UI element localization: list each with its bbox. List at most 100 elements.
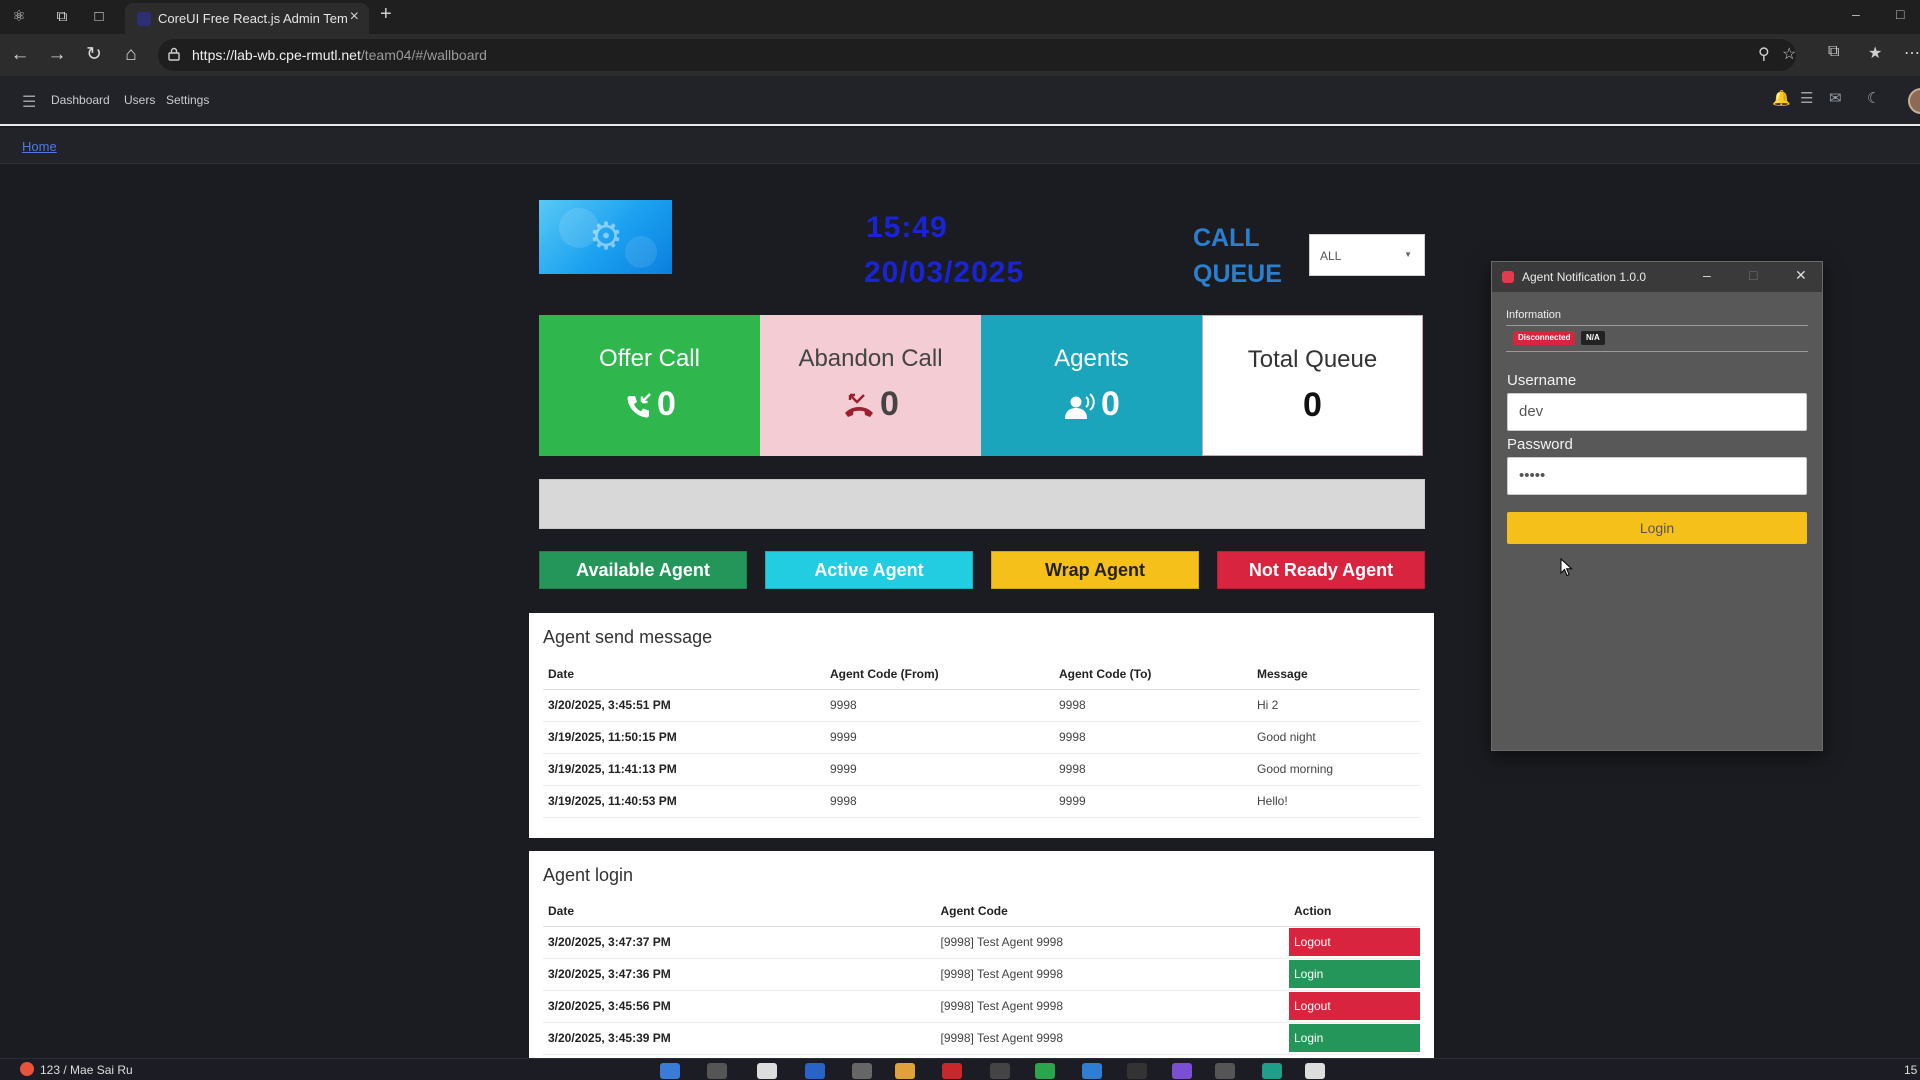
taskbar-app-icon[interactable] (1127, 1063, 1147, 1079)
table-cell: [9998] Test Agent 9998 (935, 926, 1289, 959)
zoom-icon[interactable]: ⚲ (1758, 44, 1770, 64)
sidebar-toggle-icon[interactable]: ☰ (22, 92, 36, 112)
table-row: 3/20/2025, 3:45:39 PM [9998] Test Agent … (543, 1022, 1420, 1055)
home-icon[interactable]: ⌂ (119, 43, 143, 67)
table-header-row: Date Agent Code Action (543, 897, 1420, 927)
reload-icon[interactable]: ↻ (82, 43, 106, 67)
workspaces-icon[interactable]: ⧉ (51, 6, 73, 28)
breadcrumb: Home (0, 128, 1920, 164)
table-cell: 9999 (825, 753, 1054, 786)
tab-favicon-icon (137, 12, 151, 26)
browser-tab-active[interactable]: CoreUI Free React.js Admin Temp × (125, 3, 369, 34)
abandon-call-card: Abandon Call 0 (760, 315, 981, 456)
minimize-icon[interactable]: – (1703, 267, 1711, 283)
start-icon[interactable] (660, 1063, 680, 1079)
favorites-icon[interactable]: ★ (1868, 43, 1882, 63)
taskbar-app-icon[interactable] (1305, 1063, 1325, 1079)
taskbar-app-icon[interactable] (1215, 1063, 1235, 1079)
login-button[interactable]: Login (1507, 512, 1807, 544)
tab-close-icon[interactable]: × (350, 8, 359, 26)
minimize-icon[interactable]: – (1852, 6, 1860, 22)
tab-title: CoreUI Free React.js Admin Temp (158, 11, 348, 26)
table-row: 3/19/2025, 11:50:15 PM 9999 9998 Good ni… (543, 721, 1420, 754)
active-agent-button[interactable]: Active Agent (765, 551, 973, 589)
table-cell: Hello! (1252, 785, 1420, 818)
not-ready-agent-button[interactable]: Not Ready Agent (1217, 551, 1425, 589)
window-titlebar[interactable]: Agent Notification 1.0.0 – □ ✕ (1492, 262, 1822, 292)
total-queue-card: Total Queue 0 (1202, 315, 1423, 456)
table-cell: 9999 (1054, 785, 1252, 818)
envelope-icon[interactable]: ✉ (1829, 89, 1842, 107)
agent-send-message-title: Agent send message (543, 627, 713, 647)
table-cell: Logout (1288, 990, 1420, 1023)
taskbar-clock: 15 (1904, 1063, 1918, 1077)
nav-users[interactable]: Users (124, 93, 155, 107)
search-icon[interactable] (707, 1063, 727, 1079)
nav-dashboard[interactable]: Dashboard (51, 93, 110, 107)
queue-select[interactable]: ALL ▼ (1309, 234, 1425, 276)
table-cell: [9998] Test Agent 9998 (935, 990, 1289, 1023)
table-cell: 3/19/2025, 11:50:15 PM (543, 721, 825, 754)
available-agent-button[interactable]: Available Agent (539, 551, 747, 589)
avatar[interactable] (1908, 88, 1920, 114)
taskbar-app-icon[interactable] (990, 1063, 1010, 1079)
taskbar-app-icon[interactable] (1035, 1063, 1055, 1079)
breadcrumb-home[interactable]: Home (22, 139, 57, 154)
table-cell: 3/20/2025, 3:47:36 PM (543, 958, 936, 991)
taskview-icon[interactable] (757, 1063, 777, 1079)
extensions-icon[interactable]: ⧉ (1828, 43, 1839, 61)
agents-card: Agents 0 (981, 315, 1202, 456)
address-bar-row: ← → ↻ ⌂ https://lab-wb.cpe-rmutl.net/tea… (0, 34, 1920, 76)
table-cell: [9998] Test Agent 9998 (935, 958, 1289, 991)
moon-icon[interactable]: ☾ (1867, 89, 1880, 107)
offer-call-value: 0 (657, 385, 676, 423)
taskbar-app-icon[interactable] (1262, 1063, 1282, 1079)
action-logout-badge: Logout (1288, 992, 1420, 1020)
logo-gear-icon: ⚙ (589, 216, 624, 258)
restore-icon[interactable]: □ (1896, 6, 1904, 22)
close-icon[interactable]: ✕ (1795, 267, 1807, 284)
taskbar-app-icon[interactable] (1172, 1063, 1192, 1079)
forward-icon[interactable]: → (45, 43, 69, 67)
taskbar-app-icon[interactable] (942, 1063, 962, 1079)
new-tab-icon[interactable]: + (380, 3, 392, 26)
table-cell: Hi 2 (1252, 689, 1420, 722)
tab-actions-icon[interactable]: □ (88, 6, 110, 28)
table-cell: 9998 (825, 689, 1054, 722)
username-input[interactable]: dev (1507, 393, 1807, 431)
more-icon[interactable]: ⋯ (1904, 43, 1920, 63)
table-row: 3/19/2025, 11:41:13 PM 9999 9998 Good mo… (543, 753, 1420, 786)
table-header-row: Date Agent Code (From) Agent Code (To) M… (543, 660, 1420, 690)
offer-call-card: Offer Call 0 (539, 315, 760, 456)
weather-icon (20, 1062, 34, 1076)
taskbar-app-icon[interactable] (805, 1063, 825, 1079)
list-icon[interactable]: ☰ (1800, 89, 1813, 107)
phone-incoming-icon (627, 393, 651, 418)
wrap-agent-button[interactable]: Wrap Agent (991, 551, 1199, 589)
taskbar-app-icon[interactable] (1082, 1063, 1102, 1079)
agents-value: 0 (1101, 385, 1120, 423)
browser-profile-icon[interactable]: ⚛ (8, 6, 30, 28)
url-input[interactable]: https://lab-wb.cpe-rmutl.net/team04/#/wa… (158, 39, 1796, 71)
agent-send-message-table: Date Agent Code (From) Agent Code (To) M… (543, 660, 1420, 818)
taskbar-app-icon[interactable] (895, 1063, 915, 1079)
maximize-icon[interactable]: □ (1749, 267, 1757, 283)
password-label: Password (1507, 436, 1573, 453)
favorite-star-icon[interactable]: ☆ (1782, 44, 1796, 64)
clock-date: 20/03/2025 (864, 256, 1025, 289)
taskbar-app-icon[interactable] (852, 1063, 872, 1079)
mouse-cursor-icon (1560, 558, 1573, 577)
column-header: Date (543, 897, 936, 927)
phone-missed-icon (845, 393, 874, 417)
bell-icon[interactable]: 🔔 (1772, 89, 1791, 107)
table-cell: 3/19/2025, 11:41:13 PM (543, 753, 825, 786)
back-icon[interactable]: ← (8, 43, 32, 67)
table-cell: Good night (1252, 721, 1420, 754)
app-header: ☰ Dashboard Users Settings 🔔 ☰ ✉ ☾ (0, 76, 1920, 126)
username-label: Username (1507, 372, 1577, 389)
divider (1506, 351, 1808, 352)
password-input[interactable]: ••••• (1507, 457, 1807, 495)
app-icon (1502, 271, 1514, 283)
nav-settings[interactable]: Settings (166, 93, 209, 107)
table-cell: 9998 (1054, 721, 1252, 754)
